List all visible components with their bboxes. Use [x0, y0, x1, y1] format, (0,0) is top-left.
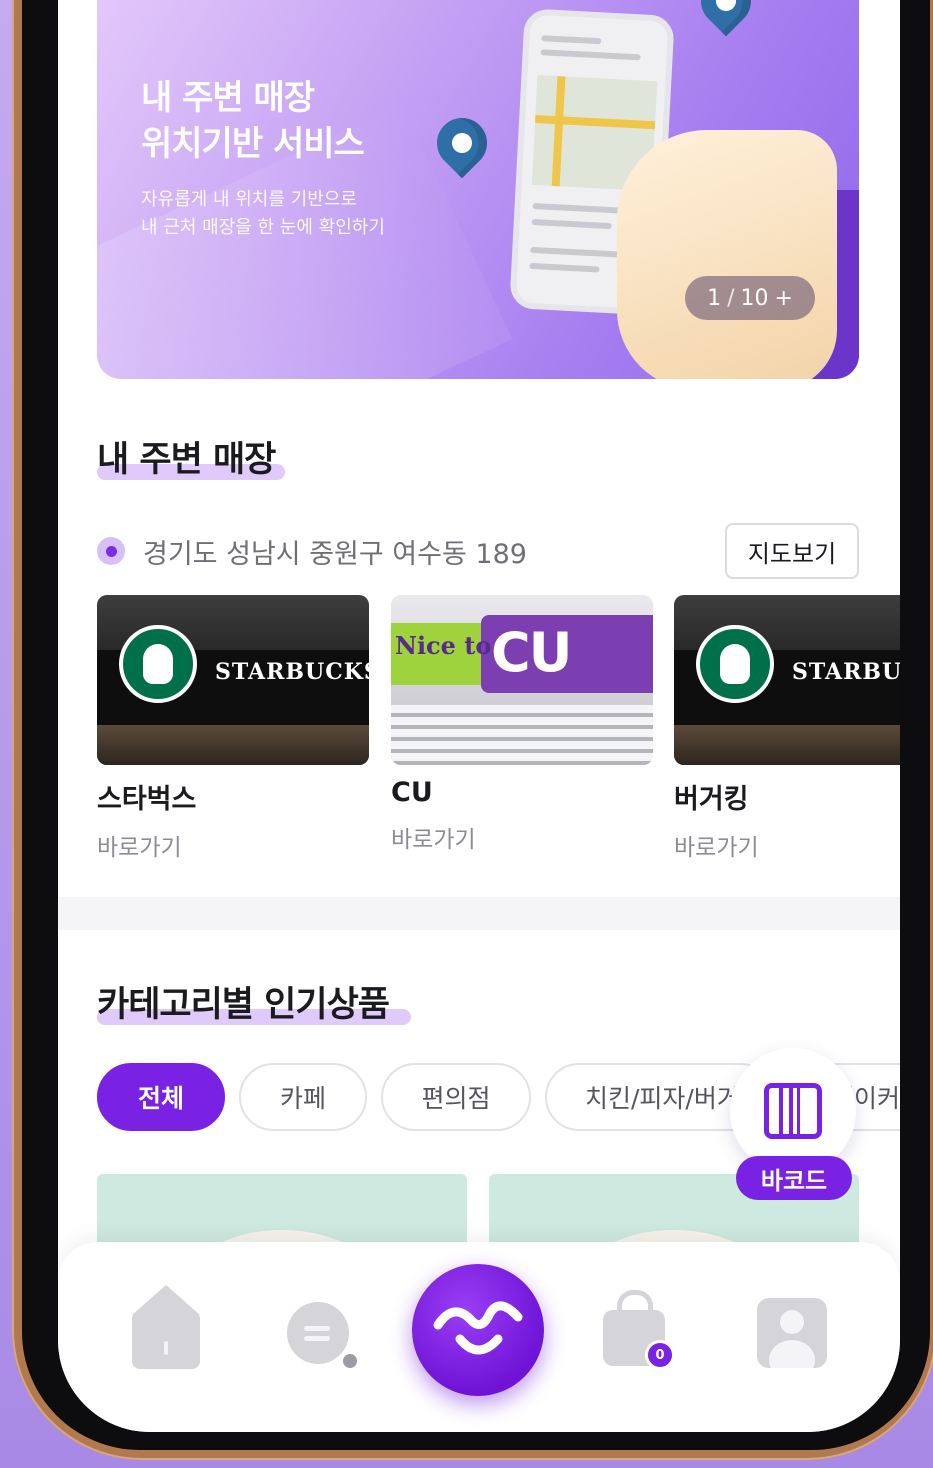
- home-icon: [132, 1285, 200, 1369]
- map-view-button[interactable]: 지도보기: [725, 523, 859, 579]
- nav-chat[interactable]: [282, 1297, 357, 1369]
- nav-profile[interactable]: [756, 1297, 828, 1369]
- starbucks-logo: [119, 625, 197, 703]
- pager-more-icon: +: [774, 285, 793, 311]
- store-link[interactable]: 바로가기: [97, 828, 369, 862]
- starbucks-sign: STARBUCKS: [792, 659, 900, 685]
- cu-sign-slogan: Nice to: [395, 631, 492, 660]
- nav-center-logo[interactable]: [412, 1264, 544, 1396]
- banner-title-line1: 내 주변 매장: [141, 78, 315, 118]
- location-pin-icon: [97, 537, 125, 565]
- bottom-nav: 0: [58, 1242, 900, 1432]
- banner-pager[interactable]: 1 / 10 +: [685, 276, 815, 320]
- profile-icon: [757, 1298, 827, 1368]
- banner-sub-line1: 자유롭게 내 위치를 기반으로: [141, 189, 357, 210]
- starbucks-sign: STARBUCKS: [215, 659, 369, 685]
- nearby-stores-section: 내 주변 매장 경기도 성남시 중원구 여수동 189 지도보기 STARBUC…: [58, 395, 900, 897]
- map-pin-icon: [426, 107, 498, 179]
- banner-sub-line2: 내 근처 매장을 한 눈에 확인하기: [141, 217, 385, 238]
- store-link[interactable]: 바로가기: [391, 820, 653, 854]
- banner-section: 내 주변 매장 위치기반 서비스 자유롭게 내 위치를 기반으로 내 근처 매장…: [58, 0, 900, 395]
- store-image-burgerking: STARBUCKS: [674, 595, 900, 765]
- hand-illustration: [617, 130, 837, 379]
- barcode-icon: [764, 1083, 822, 1139]
- center-logo-icon: [433, 1301, 523, 1355]
- map-pin-icon: [690, 0, 762, 37]
- barcode-label[interactable]: 바코드: [736, 1156, 852, 1200]
- store-image-starbucks: STARBUCKS: [97, 595, 369, 765]
- store-name: 스타벅스: [97, 784, 197, 815]
- nav-home[interactable]: [130, 1285, 202, 1369]
- current-location: 경기도 성남시 중원구 여수동 189: [143, 538, 527, 570]
- banner-title: 내 주변 매장 위치기반 서비스: [141, 75, 365, 167]
- store-card-burgerking[interactable]: STARBUCKS 버거킹 바로가기: [674, 595, 900, 862]
- app-screen: 내 주변 매장 위치기반 서비스 자유롭게 내 위치를 기반으로 내 근처 매장…: [58, 0, 900, 1432]
- store-name: CU: [391, 777, 433, 808]
- cu-logo: CU: [491, 621, 572, 684]
- bag-count-badge: 0: [645, 1340, 675, 1370]
- chip-all[interactable]: 전체: [97, 1063, 225, 1131]
- bag-icon: 0: [603, 1290, 675, 1370]
- category-title: 카테고리별 인기상품: [97, 976, 411, 1027]
- store-card-starbucks[interactable]: STARBUCKS 스타벅스 바로가기: [97, 595, 369, 862]
- store-name: 버거킹: [674, 784, 749, 815]
- store-image-cu: Nice to CU: [391, 595, 653, 765]
- chat-icon: [287, 1302, 357, 1368]
- pager-current: 1: [707, 285, 722, 311]
- starbucks-logo: [696, 625, 774, 703]
- store-card-cu[interactable]: Nice to CU CU 바로가기: [391, 595, 653, 854]
- promo-banner[interactable]: 내 주변 매장 위치기반 서비스 자유롭게 내 위치를 기반으로 내 근처 매장…: [97, 0, 859, 379]
- nav-bag[interactable]: 0: [598, 1290, 675, 1370]
- banner-title-line2: 위치기반 서비스: [141, 124, 365, 164]
- location-row: 경기도 성남시 중원구 여수동 189 지도보기: [97, 523, 859, 579]
- chip-convenience[interactable]: 편의점: [381, 1063, 531, 1131]
- banner-subtitle: 자유롭게 내 위치를 기반으로 내 근처 매장을 한 눈에 확인하기: [141, 186, 385, 242]
- nearby-title: 내 주변 매장: [97, 431, 285, 482]
- chip-cafe[interactable]: 카페: [239, 1063, 367, 1131]
- pager-total: 10: [740, 285, 769, 311]
- pager-separator: /: [727, 285, 735, 311]
- store-link[interactable]: 바로가기: [674, 828, 900, 862]
- store-carousel[interactable]: STARBUCKS 스타벅스 바로가기 Nice to CU CU 바로가기 S…: [97, 595, 900, 875]
